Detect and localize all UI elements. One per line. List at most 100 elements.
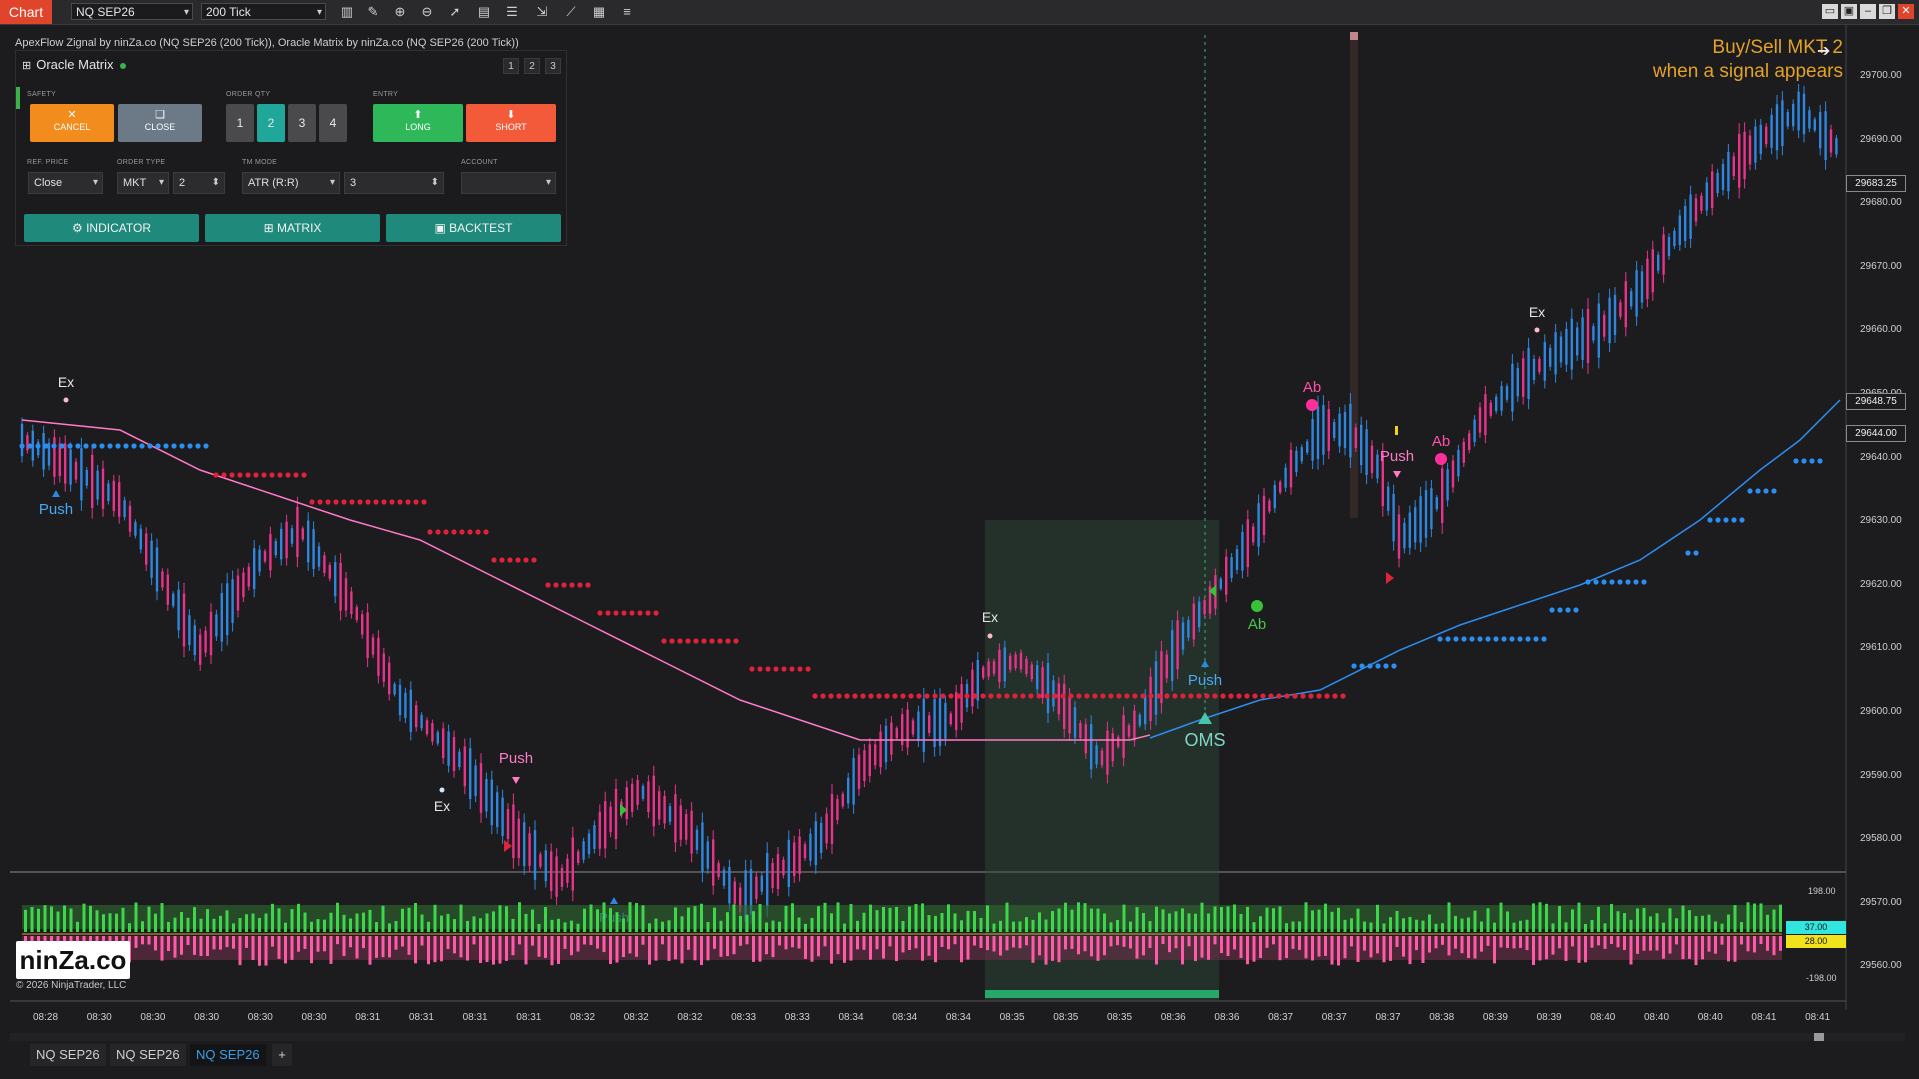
candle-body [1111, 733, 1114, 762]
qty-button-2[interactable]: 2 [257, 104, 285, 142]
candle-body [415, 705, 418, 728]
osc-bar-up [466, 920, 469, 932]
candle-body [107, 483, 110, 502]
osc-bar-up [82, 903, 86, 932]
candle-body [490, 779, 493, 826]
properties-icon[interactable]: ☰ [503, 3, 521, 21]
osc-bar-down [856, 936, 859, 950]
bar-chart-icon[interactable]: ▥ [338, 3, 356, 21]
osc-bar-up [953, 913, 957, 932]
candle-body [1084, 724, 1087, 754]
restore-icon[interactable]: ❐ [1879, 4, 1895, 19]
candle-body [1343, 411, 1347, 449]
minimize-icon[interactable]: – [1860, 4, 1876, 19]
red-dot [1188, 693, 1194, 699]
osc-bar-down [888, 936, 892, 947]
list-icon[interactable]: ≡ [618, 3, 636, 21]
osc-bar-up [687, 907, 690, 932]
osc-bar-up [1083, 903, 1087, 932]
tile-icon[interactable]: ▭ [1822, 4, 1838, 19]
order-icon[interactable]: ▦ [590, 3, 608, 21]
osc-bar-down [206, 936, 209, 956]
zoom-in-icon[interactable]: ⊕ [391, 3, 409, 21]
scrollbar-thumb[interactable] [1814, 1033, 1824, 1041]
backtest-button[interactable]: ▣ BACKTEST [386, 214, 561, 242]
interval-selector[interactable]: 200 Tick ▾ [201, 3, 326, 20]
annotation-line-2: when a signal appears [1652, 61, 1843, 82]
osc-bar-down [1493, 936, 1496, 964]
blue-dot [27, 443, 33, 449]
blue-dot [1461, 636, 1467, 642]
layout-icon[interactable]: ▣ [1841, 4, 1857, 19]
osc-bar-up [388, 923, 391, 932]
indicator-button[interactable]: ⚙ INDICATOR [24, 214, 199, 242]
price-tag: 29644.00 [1846, 425, 1906, 442]
ex-dot [439, 787, 445, 793]
candle-body [1532, 358, 1536, 381]
instrument-selector[interactable]: NQ SEP26 ▾ [71, 3, 193, 20]
account-select[interactable]: ▾ [461, 172, 556, 194]
ref-price-select[interactable]: Close ▾ [28, 172, 103, 194]
data-box-icon[interactable]: ▤ [475, 3, 493, 21]
osc-bar-up [63, 905, 66, 932]
osc-bar-down [316, 936, 320, 952]
candle-body [1819, 112, 1822, 149]
order-type-qty-stepper[interactable]: 2 ⬍ [173, 172, 225, 194]
osc-bar-up [713, 907, 716, 932]
pencil-icon[interactable]: ✎ [364, 3, 382, 21]
osc-bar-down [1662, 936, 1665, 959]
candle-body [1003, 647, 1006, 682]
close-label: CLOSE [144, 122, 176, 132]
ex-dot [1534, 327, 1540, 333]
tab-nq-sep26-2[interactable]: NQ SEP26 [110, 1044, 186, 1066]
qty-button-1[interactable]: 1 [226, 104, 254, 142]
add-tab-button[interactable]: + [272, 1044, 292, 1066]
time-label: 08:37 [1375, 1012, 1401, 1023]
blue-dot [1641, 579, 1647, 585]
osc-bar-down [726, 936, 729, 957]
tm-mode-select[interactable]: ATR (R:R) ▾ [242, 172, 340, 194]
osc-bar-down [1675, 936, 1678, 945]
osc-bar-up [180, 912, 183, 932]
red-dot [1244, 693, 1250, 699]
osc-bar-up [1350, 918, 1353, 932]
candle-body [506, 809, 510, 839]
red-dot [773, 666, 779, 672]
osc-bar-up [1200, 902, 1204, 932]
page-button-1[interactable]: 1 [503, 58, 519, 74]
osc-bar-down [1694, 936, 1698, 966]
tab-nq-sep26-1[interactable]: NQ SEP26 [30, 1044, 106, 1066]
osc-bar-down [784, 936, 788, 950]
short-button[interactable]: ⬇ SHORT [466, 104, 556, 142]
page-button-3[interactable]: 3 [545, 58, 561, 74]
tab-nq-sep26-3[interactable]: NQ SEP26 [190, 1044, 266, 1066]
horizontal-scrollbar[interactable] [10, 1033, 1905, 1041]
order-type-select[interactable]: MKT ▾ [117, 172, 169, 194]
scale-icon[interactable]: ⇲ [533, 3, 551, 21]
zoom-out-icon[interactable]: ⊖ [418, 3, 436, 21]
cancel-button[interactable]: ✕ CANCEL [30, 104, 114, 142]
strategy-icon[interactable]: ⟋ [562, 3, 580, 21]
matrix-button[interactable]: ⊞ MATRIX [205, 214, 380, 242]
candle-body [533, 830, 537, 880]
long-button[interactable]: ⬆ LONG [373, 104, 463, 142]
pointer-icon[interactable]: ➚ [446, 3, 464, 21]
osc-bar-up [1707, 914, 1711, 932]
chart-menu-button[interactable]: Chart [0, 0, 52, 24]
qty-button-3[interactable]: 3 [288, 104, 316, 142]
grid-icon: ⊞ [263, 221, 277, 235]
blue-dot [1739, 517, 1745, 523]
tm-value-stepper[interactable]: 3 ⬍ [344, 172, 444, 194]
qty-button-4[interactable]: 4 [319, 104, 347, 142]
blue-dot [1541, 636, 1547, 642]
candle-body [1824, 111, 1827, 161]
osc-bar-up [43, 905, 47, 932]
osc-bar-up [1649, 916, 1652, 932]
osc-bar-up [1031, 919, 1035, 932]
osc-bar-up [1129, 921, 1132, 932]
close-button[interactable]: ❏ CLOSE [118, 104, 202, 142]
candle-body [150, 540, 153, 578]
close-icon[interactable]: ✕ [1898, 4, 1914, 19]
page-button-2[interactable]: 2 [524, 58, 540, 74]
osc-bar-up [1330, 911, 1334, 932]
